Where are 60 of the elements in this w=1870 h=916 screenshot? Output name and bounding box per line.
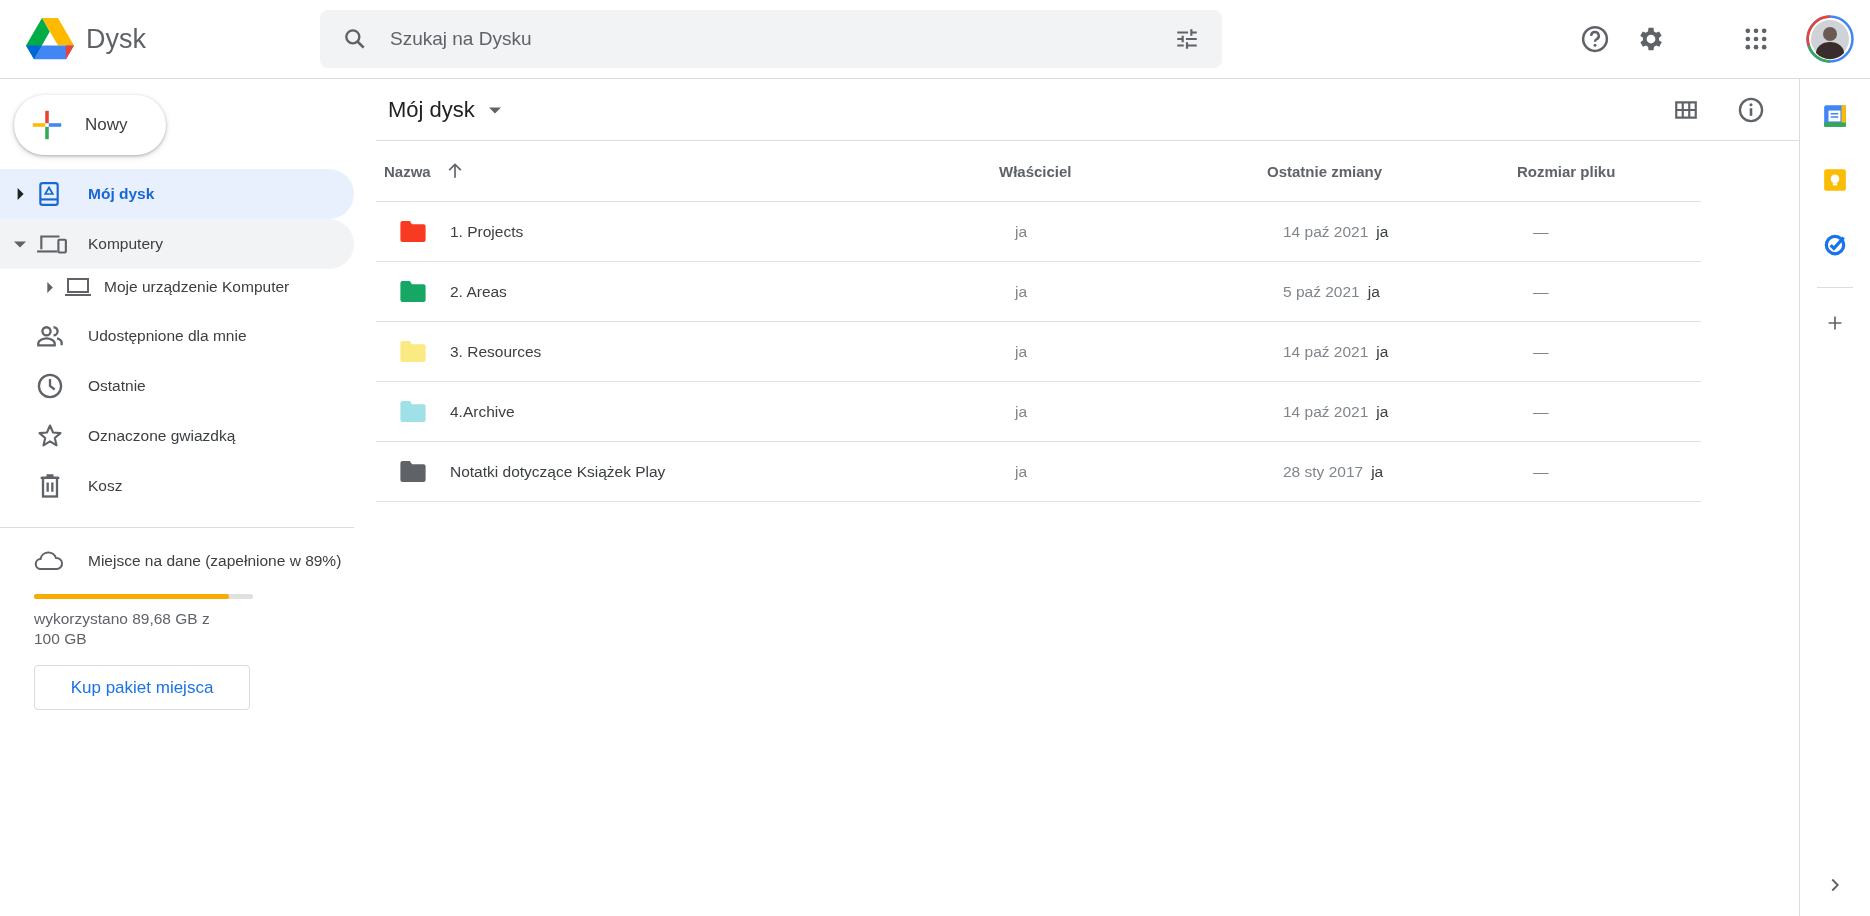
clock-icon [36,372,64,400]
column-header[interactable]: Właściciel [999,162,1072,180]
search-field[interactable]: Szukaj na Dysku [388,27,1154,51]
filter-sliders-icon[interactable] [1174,26,1200,52]
column-header[interactable]: Rozmiar pliku [1517,162,1616,180]
file-size: — [1533,342,1549,360]
sidebar-item[interactable]: Ostatnie [0,361,354,411]
modified-by: ja [1367,282,1380,300]
plus-icon [31,109,63,141]
sidebar-item[interactable]: Udostępnione dla mnie [0,311,354,361]
owner-cell: ja [1015,342,1028,360]
owner-cell: ja [1015,282,1028,300]
modified-by: ja [1371,462,1384,480]
column-header[interactable]: Nazwa [384,162,431,180]
file-name: 2. Areas [450,282,507,301]
file-row[interactable]: Notatki dotyczące Książek Play ja 28 sty 2017 ja — [376,442,1701,502]
file-name: 4.Archive [450,402,515,421]
modified-date: 14 paź 2021 [1283,222,1369,240]
file-size: — [1533,282,1549,300]
file-row[interactable]: 1. Projects ja 14 paź 2021 ja — [376,202,1701,262]
help-icon[interactable] [1580,24,1610,54]
modified-by: ja [1376,222,1389,240]
buy-storage-button[interactable]: Kup pakiet miejsca [34,665,250,710]
sidebar-item[interactable]: Moje urządzenie Komputer [44,269,356,305]
modified-date: 14 paź 2021 [1283,342,1369,360]
my-drive-dropdown[interactable]: Mój dysk [376,96,513,123]
file-name: Notatki dotyczące Książek Play [450,462,666,481]
laptop-icon [64,277,92,297]
owner-cell: ja [1015,462,1028,480]
column-header[interactable]: Ostatnie zmiany [1267,162,1383,180]
drive-logo-icon [26,17,74,61]
modified-date: 5 paź 2021 [1283,282,1360,300]
owner-cell: ja [1015,402,1028,420]
file-size: — [1533,402,1549,420]
avatar-icon[interactable] [1806,15,1854,63]
modified-by: ja [1376,342,1389,360]
sidebar-item[interactable]: Kosz [0,461,354,511]
modified-by: ja [1376,402,1389,420]
storage-label: Miejsce na dane (zapełnione w 89%) [88,552,342,570]
modified-date: 14 paź 2021 [1283,402,1369,420]
sidebar-item[interactable]: Oznaczone gwiazdką [0,411,354,461]
file-name: 3. Resources [450,342,542,361]
cloud-icon [34,550,64,572]
info-icon[interactable] [1737,95,1765,124]
sidebar-item[interactable]: Komputery [0,219,354,269]
owner-cell: ja [1015,222,1028,240]
new-button[interactable]: Nowy [14,95,166,155]
app-name: Dysk [86,23,146,55]
file-row[interactable]: 2. Areas ja 5 paź 2021 ja — [376,262,1701,322]
search-bar[interactable]: Szukaj na Dysku [320,10,1222,68]
sidebar-item[interactable]: Mój dysk [0,169,354,219]
caret-right-icon[interactable] [44,281,55,293]
file-name: 1. Projects [450,222,524,241]
storage-usage-text: wykorzystano 89,68 GB z 100 GB [34,609,211,649]
file-size: — [1533,222,1549,240]
modified-date: 28 sty 2017 [1283,462,1364,480]
file-row[interactable]: 3. Resources ja 14 paź 2021 ja — [376,322,1701,382]
drive-icon [36,181,62,207]
file-size: — [1533,462,1549,480]
file-row[interactable]: 4.Archive ja 14 paź 2021 ja — [376,382,1701,442]
